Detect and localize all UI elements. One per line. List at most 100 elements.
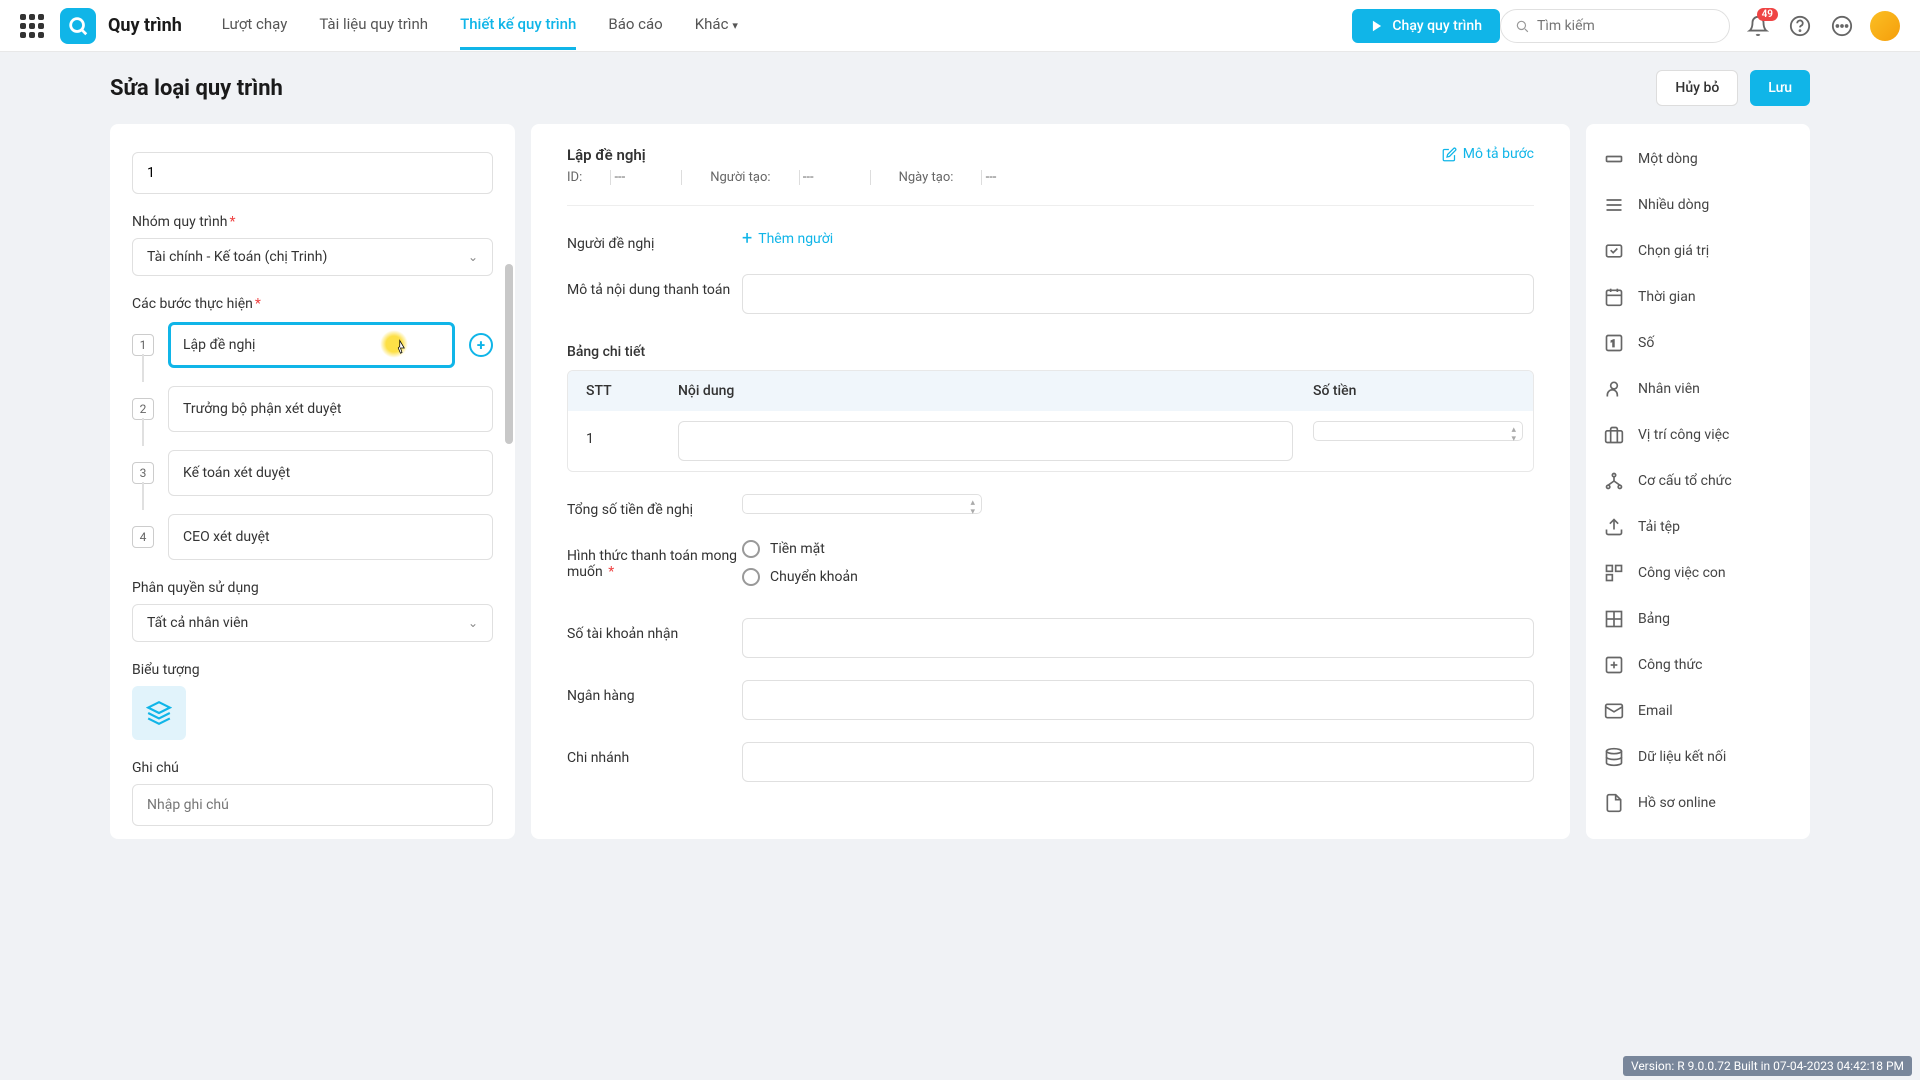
field-type-position[interactable]: Vị trí công việc — [1586, 412, 1810, 458]
user-avatar[interactable] — [1870, 11, 1900, 41]
field-type-org[interactable]: Cơ cấu tổ chức — [1586, 458, 1810, 504]
field-label-total: Tổng số tiền đề nghị — [567, 494, 742, 518]
perm-select[interactable]: Tất cả nhân viên ⌄ — [132, 604, 493, 642]
calendar-icon — [1604, 287, 1624, 307]
version-label: Version: R 9.0.0.72 Built in 07-04-2023 … — [1623, 1056, 1912, 1076]
step-item-1[interactable]: Lập đề nghị — [168, 322, 455, 368]
account-input[interactable] — [742, 618, 1534, 658]
page-title: Sửa loại quy trình — [110, 76, 283, 101]
more-icon — [1831, 15, 1853, 37]
main-content: Nhóm quy trình* Tài chính - Kế toán (chị… — [0, 124, 1920, 859]
right-panel: Một dòng Nhiều dòng Chọn giá trị Thời gi… — [1586, 124, 1810, 839]
field-type-upload[interactable]: Tải tệp — [1586, 504, 1810, 550]
field-type-online-record[interactable]: Hồ sơ online — [1586, 780, 1810, 826]
tab-thiet-ke[interactable]: Thiết kế quy trình — [460, 1, 576, 50]
scrollbar[interactable] — [505, 264, 513, 444]
svg-text:1: 1 — [1611, 339, 1616, 349]
table-content-input[interactable] — [678, 421, 1293, 461]
field-type-multi-line[interactable]: Nhiều dòng — [1586, 182, 1810, 228]
chevron-down-icon: ⌄ — [468, 616, 478, 630]
formula-icon — [1604, 655, 1624, 675]
number-input[interactable] — [132, 152, 493, 194]
describe-step-link[interactable]: Mô tả bước — [1442, 146, 1534, 162]
field-label-desc: Mô tả nội dung thanh toán — [567, 274, 742, 298]
desc-input[interactable] — [742, 274, 1534, 314]
step-item-3[interactable]: Kế toán xét duyệt — [168, 450, 493, 496]
cancel-button[interactable]: Hủy bỏ — [1656, 70, 1738, 106]
field-type-email[interactable]: Email — [1586, 688, 1810, 734]
note-label: Ghi chú — [132, 760, 493, 776]
org-icon — [1604, 471, 1624, 491]
icon-picker[interactable] — [132, 686, 186, 740]
field-type-time[interactable]: Thời gian — [1586, 274, 1810, 320]
tab-luot-chay[interactable]: Lượt chạy — [222, 1, 288, 50]
search-icon — [1515, 17, 1529, 35]
search-box[interactable] — [1500, 9, 1730, 43]
briefcase-icon — [1604, 425, 1624, 445]
play-icon — [1370, 19, 1384, 33]
page-header: Sửa loại quy trình Hủy bỏ Lưu — [0, 52, 1920, 124]
field-type-table[interactable]: Bảng — [1586, 596, 1810, 642]
app-title: Quy trình — [108, 15, 182, 36]
group-select[interactable]: Tài chính - Kế toán (chị Trinh) ⌄ — [132, 238, 493, 276]
field-label-bank: Ngân hàng — [567, 680, 742, 704]
notification-badge: 49 — [1757, 8, 1778, 21]
app-logo[interactable] — [60, 8, 96, 44]
chevron-down-icon: ⌄ — [468, 250, 478, 264]
field-type-select[interactable]: Chọn giá trị — [1586, 228, 1810, 274]
field-type-single-line[interactable]: Một dòng — [1586, 136, 1810, 182]
spinner-icon: ▴▾ — [970, 499, 975, 517]
user-icon — [1604, 379, 1624, 399]
steps-list: 1 Lập đề nghị + 2 Trưởng bộ phận xét duy… — [132, 322, 493, 560]
subtask-icon — [1604, 563, 1624, 583]
center-panel: Lập đề nghị Mô tả bước ID: --- Người tạo… — [531, 124, 1570, 839]
add-step-button[interactable]: + — [469, 333, 493, 357]
table-amount-input[interactable]: ▴▾ — [1313, 421, 1523, 441]
step-item-4[interactable]: CEO xét duyệt — [168, 514, 493, 560]
layers-icon — [146, 700, 172, 726]
apps-grid-icon[interactable] — [20, 14, 44, 38]
field-label-branch: Chi nhánh — [567, 742, 742, 766]
icon-label: Biểu tượng — [132, 662, 493, 678]
table-icon — [1604, 609, 1624, 629]
step-item-2[interactable]: Trưởng bộ phận xét duyệt — [168, 386, 493, 432]
nav-tabs: Lượt chạy Tài liệu quy trình Thiết kế qu… — [222, 1, 1353, 50]
col-header-stt: STT — [568, 383, 668, 399]
bank-input[interactable] — [742, 680, 1534, 720]
field-label-table: Bảng chi tiết — [567, 336, 742, 360]
table-row: 1 ▴▾ — [568, 411, 1533, 471]
col-header-content: Nội dung — [668, 383, 1303, 399]
note-input[interactable] — [132, 784, 493, 826]
tab-tai-lieu[interactable]: Tài liệu quy trình — [319, 1, 428, 50]
database-icon — [1604, 747, 1624, 767]
step-number: 3 — [132, 462, 154, 484]
field-label-account: Số tài khoản nhận — [567, 618, 742, 642]
multi-line-icon — [1604, 195, 1624, 215]
field-type-employee[interactable]: Nhân viên — [1586, 366, 1810, 412]
step-number: 1 — [132, 334, 154, 356]
branch-input[interactable] — [742, 742, 1534, 782]
topbar: Quy trình Lượt chạy Tài liệu quy trình T… — [0, 0, 1920, 52]
field-type-number[interactable]: 1Số — [1586, 320, 1810, 366]
add-person-link[interactable]: +Thêm người — [742, 228, 1534, 249]
field-label-requester: Người đề nghị — [567, 228, 742, 252]
more-button[interactable] — [1828, 12, 1856, 40]
meta-row: ID: --- Người tạo: --- Ngày tạo: --- — [567, 170, 1534, 206]
chevron-down-icon: ▾ — [732, 19, 738, 32]
step-title: Lập đề nghị — [567, 146, 646, 164]
single-line-icon — [1604, 149, 1624, 169]
total-input[interactable]: ▴▾ — [742, 494, 982, 514]
field-type-connected[interactable]: Dữ liệu kết nối — [1586, 734, 1810, 780]
field-label-payment: Hình thức thanh toán mong muốn * — [567, 540, 742, 580]
run-workflow-button[interactable]: Chạy quy trình — [1352, 9, 1500, 43]
tab-khac[interactable]: Khác▾ — [695, 1, 738, 50]
radio-cash[interactable]: Tiền mặt — [742, 540, 1534, 558]
help-button[interactable] — [1786, 12, 1814, 40]
tab-bao-cao[interactable]: Báo cáo — [608, 1, 662, 50]
save-button[interactable]: Lưu — [1750, 70, 1810, 106]
radio-transfer[interactable]: Chuyển khoản — [742, 568, 1534, 586]
field-type-subtask[interactable]: Công việc con — [1586, 550, 1810, 596]
search-input[interactable] — [1537, 18, 1715, 34]
field-type-formula[interactable]: Công thức — [1586, 642, 1810, 688]
notification-button[interactable]: 49 — [1744, 12, 1772, 40]
